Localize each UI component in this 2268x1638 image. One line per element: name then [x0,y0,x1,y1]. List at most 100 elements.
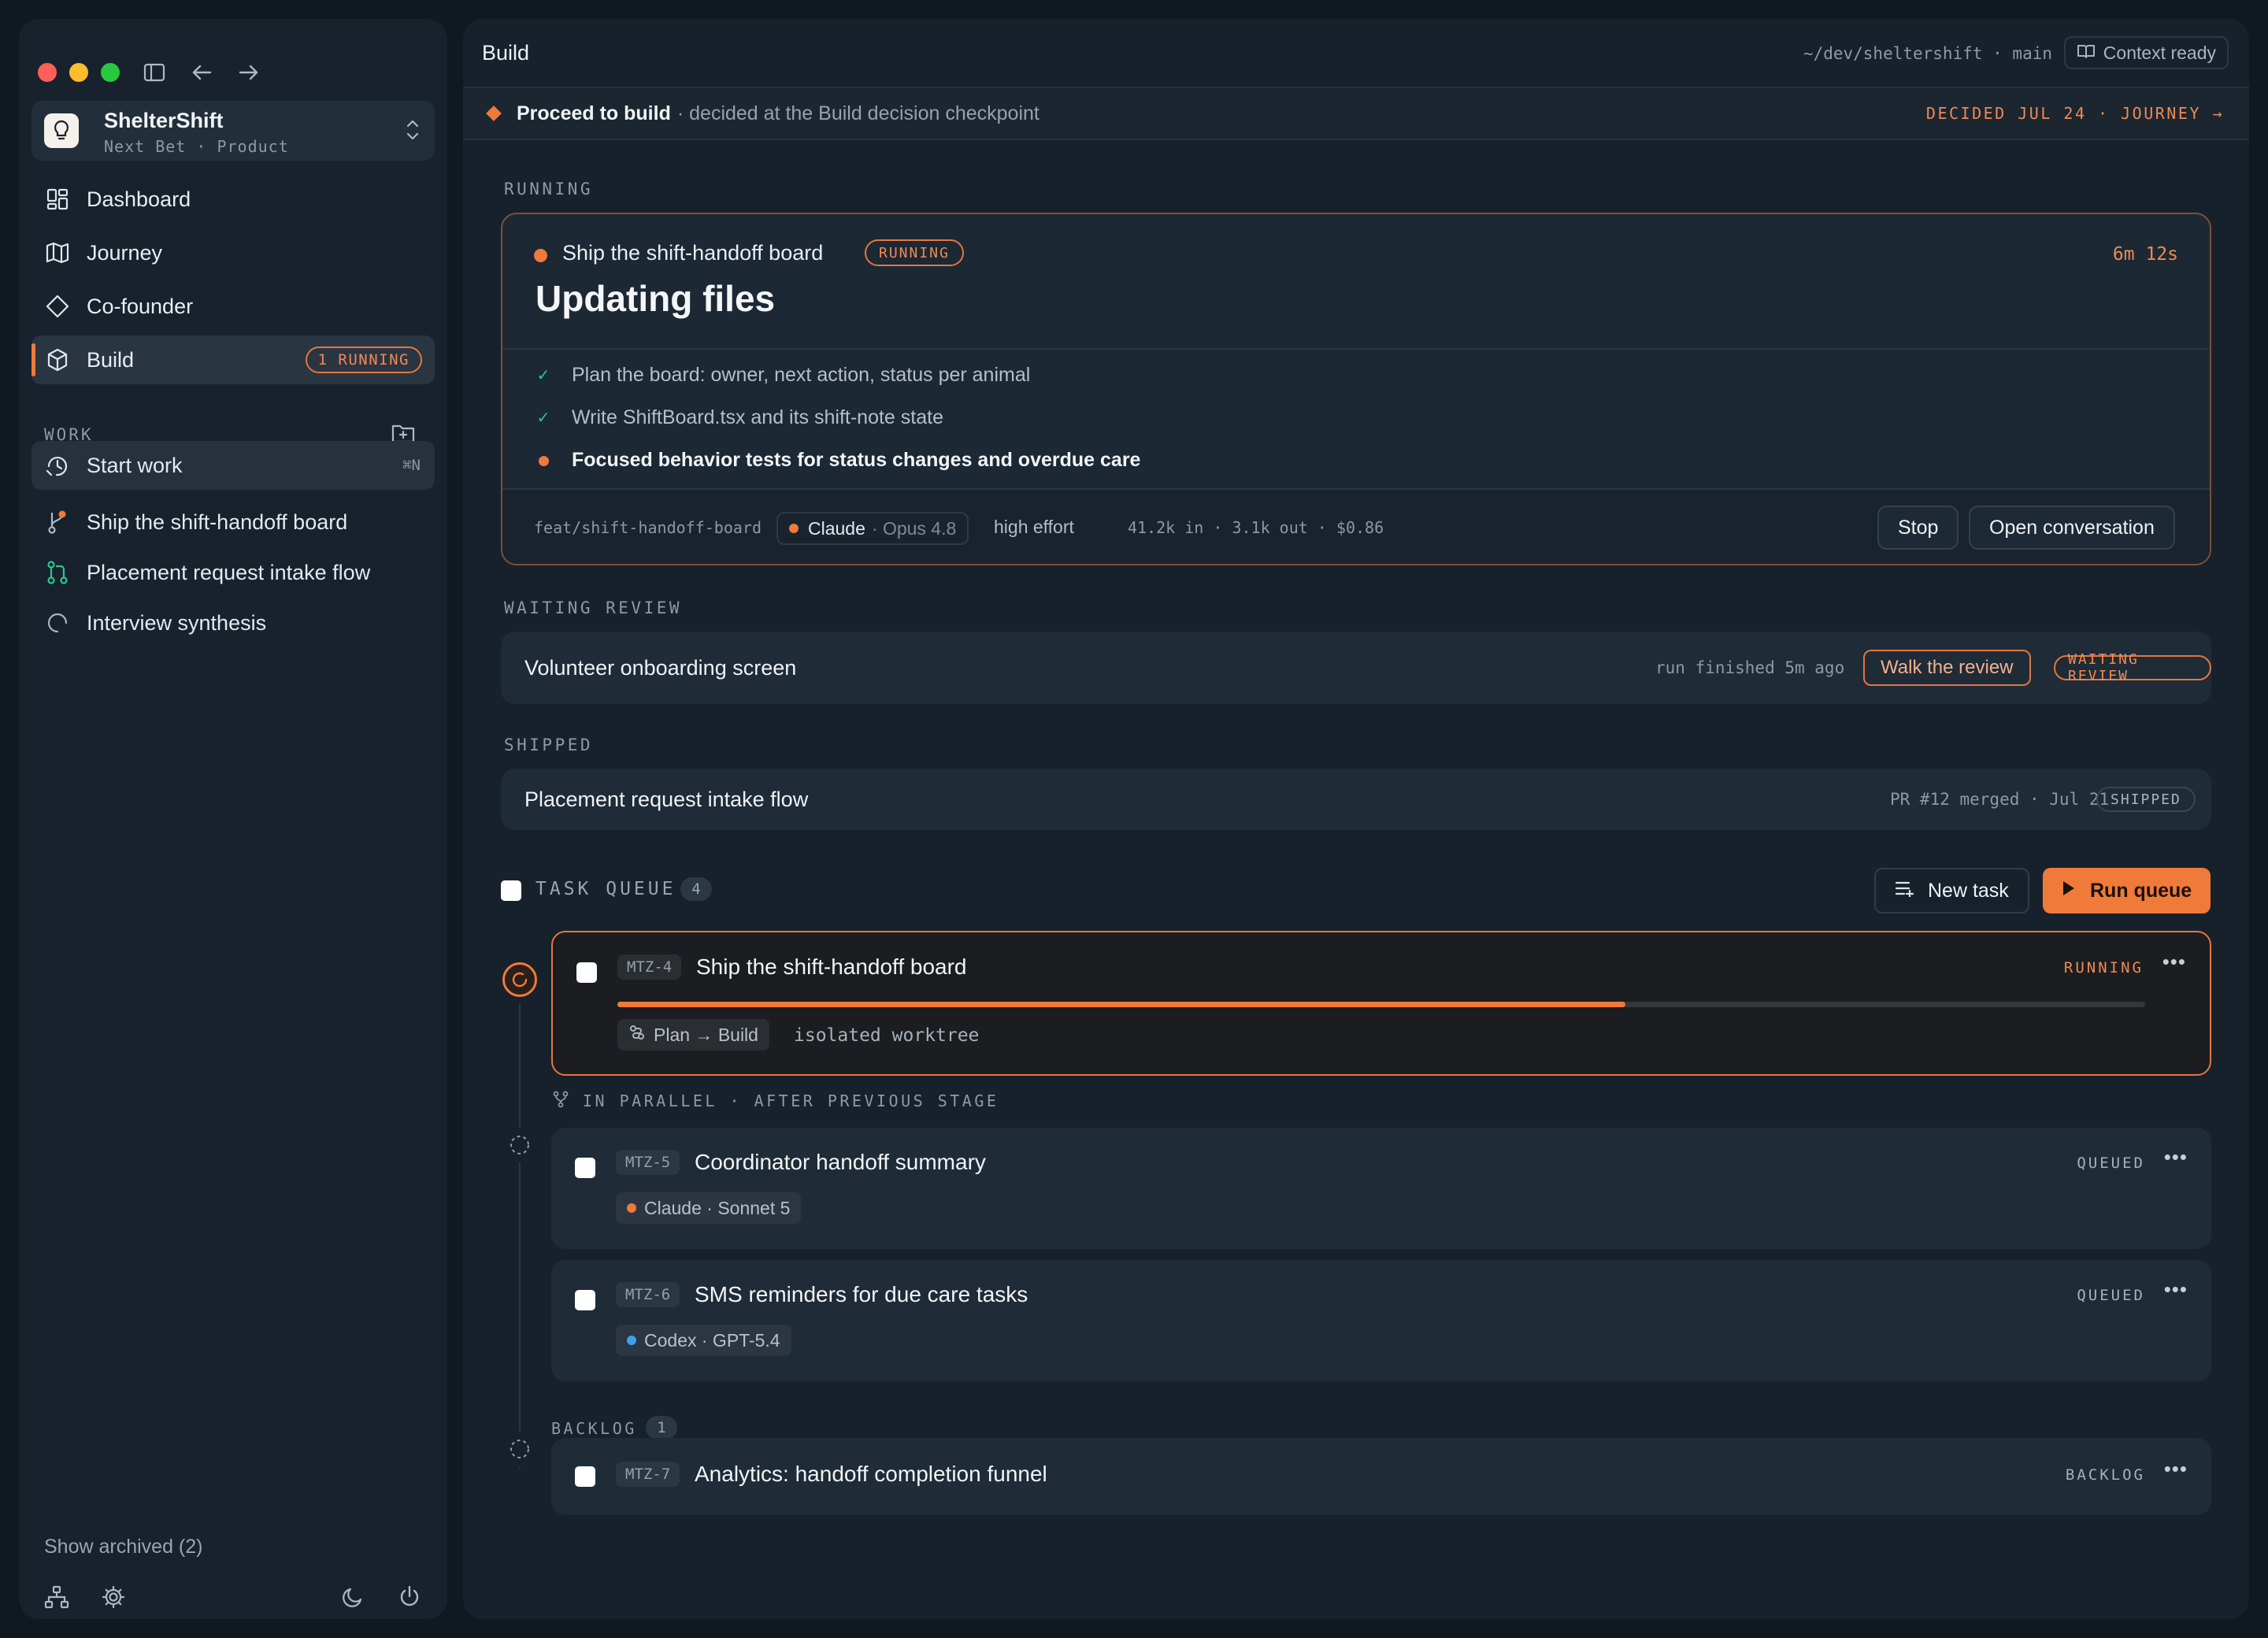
rocket-icon [44,452,71,479]
task-card-mtz-4[interactable]: MTZ-4 Ship the shift-handoff board RUNNI… [551,931,2211,1076]
workspace-subtitle: Next Bet · Product [104,137,289,156]
task-checkbox[interactable] [575,1158,595,1178]
worktree-label: isolated worktree [794,1025,980,1046]
step-text: Write ShiftBoard.tsx and its shift-note … [572,406,943,428]
nav-item-co-founder[interactable]: Co-founder [32,282,435,331]
task-checkbox[interactable] [575,1466,595,1487]
stop-button[interactable]: Stop [1877,506,1959,550]
step-text: Plan the board: owner, next action, stat… [572,364,1031,386]
decision-title: Proceed to build [517,102,671,124]
close-window-button[interactable] [38,63,57,82]
task-id: MTZ-5 [616,1150,680,1175]
pull-request-icon [44,559,71,586]
diamond-icon [44,293,71,320]
shipped-row[interactable]: Placement request intake flow PR #12 mer… [501,769,2211,830]
task-checkbox[interactable] [576,962,597,983]
work-item-shift-handoff[interactable]: Ship the shift-handoff board [32,498,435,547]
journey-link[interactable]: DECIDED JUL 24 · JOURNEY → [1926,104,2224,123]
task-status: BACKLOG [2065,1466,2145,1484]
status-badge: SHIPPED [2096,787,2196,812]
task-card-mtz-5[interactable]: MTZ-5 Coordinator handoff summary QUEUED… [551,1128,2211,1249]
context-ready-label: Context ready [2103,42,2216,63]
model-chip: Claude · Sonnet 5 [616,1192,802,1224]
running-activity-title: Updating files [536,278,776,319]
start-work-button[interactable]: Start work ⌘N [32,441,435,490]
row-title: Volunteer onboarding screen [524,655,797,680]
work-item-label: Placement request intake flow [87,560,371,584]
more-options-icon[interactable]: ••• [2164,1145,2188,1169]
step-item-current: Focused behavior tests for status change… [534,449,1140,472]
shortcut-hint: ⌘N [402,457,421,474]
window-controls [38,63,120,82]
more-options-icon[interactable]: ••• [2162,950,2186,974]
model-version: · Opus 4.8 [871,517,957,539]
backlog-count-badge: 1 [646,1416,677,1440]
task-status: RUNNING [2063,959,2144,976]
minimize-window-button[interactable] [69,63,88,82]
run-queue-label: Run queue [2090,879,2192,902]
diamond-icon [486,106,502,121]
elapsed-time: 6m 12s [2112,244,2178,265]
decision-banner: Proceed to build · decided at the Build … [463,87,2249,140]
backlog-dashed-circle-icon [502,1432,537,1466]
work-item-interview-synthesis[interactable]: Interview synthesis [32,598,435,647]
model-chip: Claude · Opus 4.8 [776,512,969,545]
maximize-window-button[interactable] [101,63,120,82]
run-queue-button[interactable]: Run queue [2043,868,2211,914]
more-options-icon[interactable]: ••• [2164,1457,2188,1481]
model-name: Claude [808,517,865,539]
moon-icon[interactable] [337,1581,369,1613]
work-item-label: Ship the shift-handoff board [87,510,348,534]
fork-icon [551,1090,570,1109]
task-id: MTZ-4 [617,954,682,980]
work-item-placement-request[interactable]: Placement request intake flow [32,548,435,597]
map-icon [44,239,71,266]
step-text: Focused behavior tests for status change… [572,449,1141,471]
waiting-review-row[interactable]: Volunteer onboarding screen run finished… [501,632,2211,704]
model-dot-icon [627,1336,636,1345]
row-meta: run finished 5m ago [1655,658,1845,677]
select-all-checkbox[interactable] [501,880,521,901]
nav-item-journey[interactable]: Journey [32,228,435,277]
workspace-switcher[interactable]: ShelterShift Next Bet · Product [32,101,435,161]
task-title: Ship the shift-handoff board [696,954,967,979]
back-arrow-icon[interactable] [186,57,217,88]
branch-icon [44,509,71,536]
org-chart-icon[interactable] [41,1581,72,1613]
power-icon[interactable] [394,1581,425,1613]
main-panel: Build ~/dev/sheltershift · main Context … [463,19,2249,1619]
timeline-line [519,1003,521,1468]
check-icon: ✓ [536,410,550,427]
work-item-label: Interview synthesis [87,610,267,635]
context-ready-button[interactable]: Context ready [2063,36,2229,69]
model-dot-icon [627,1203,636,1213]
nav-item-build[interactable]: Build 1 RUNNING [32,335,435,384]
task-card-mtz-7[interactable]: MTZ-7 Analytics: handoff completion funn… [551,1438,2211,1515]
nav-label: Dashboard [87,187,191,211]
waiting-section-label: WAITING REVIEW [504,598,683,617]
app-window: ShelterShift Next Bet · Product Dashboar… [0,0,2268,1638]
new-task-button[interactable]: New task [1874,868,2029,914]
shipped-section-label: SHIPPED [504,736,594,754]
nav-item-dashboard[interactable]: Dashboard [32,175,435,224]
gear-icon[interactable] [98,1581,129,1613]
list-add-icon [1895,880,1915,902]
running-section-label: RUNNING [504,180,594,198]
decision-detail: · decided at the Build decision checkpoi… [676,102,1040,124]
task-count-badge: 4 [680,877,712,901]
running-card: Ship the shift-handoff board RUNNING 6m … [501,213,2211,565]
more-options-icon[interactable]: ••• [2164,1277,2188,1302]
forward-arrow-icon[interactable] [233,57,265,88]
token-usage: 41.2k in · 3.1k out · $0.86 [1128,518,1384,537]
page-title: Build [482,41,530,65]
walk-review-button[interactable]: Walk the review [1863,650,2031,686]
show-archived-link[interactable]: Show archived (2) [44,1536,202,1558]
open-conversation-button[interactable]: Open conversation [1969,506,2175,550]
task-checkbox[interactable] [575,1290,595,1310]
divider [502,348,2210,350]
dashboard-icon [44,186,71,213]
sidebar-toggle-icon[interactable] [139,57,170,88]
task-card-mtz-6[interactable]: MTZ-6 SMS reminders for due care tasks Q… [551,1260,2211,1381]
task-title: SMS reminders for due care tasks [695,1282,1028,1306]
current-step-dot-icon [534,449,553,472]
